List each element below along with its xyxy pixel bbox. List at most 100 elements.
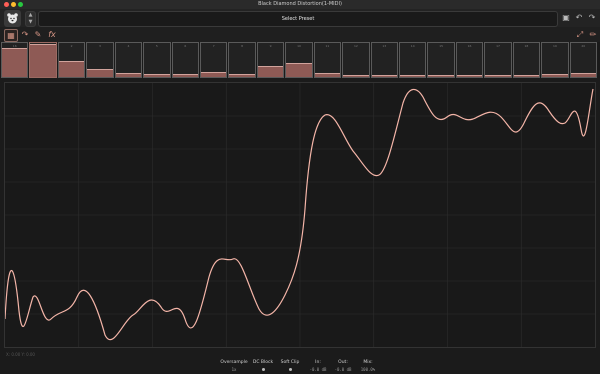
pen-icon[interactable]: ✎ bbox=[32, 29, 44, 40]
step-slot-cap bbox=[371, 75, 397, 76]
step-slot[interactable]: 18 bbox=[512, 42, 541, 78]
step-slot[interactable]: 7 bbox=[200, 42, 228, 78]
step-slot[interactable]: 16 bbox=[1, 42, 29, 78]
step-slot[interactable]: 10 bbox=[285, 42, 313, 78]
step-slot-cap bbox=[456, 75, 483, 76]
chevron-up-icon[interactable]: ▲ bbox=[26, 12, 35, 19]
step-slot-number: 20 bbox=[581, 44, 586, 48]
step-slot-cap bbox=[201, 72, 227, 73]
step-slot-cap bbox=[144, 74, 170, 75]
window-title: Black Diamond Distortion(1-MIDI) bbox=[258, 1, 342, 7]
step-slot-fill bbox=[456, 76, 483, 77]
step-slot-cap bbox=[286, 63, 312, 64]
step-strip: 161234567891011121314151617181920 bbox=[0, 42, 600, 78]
step-slot[interactable]: 5 bbox=[143, 42, 171, 78]
step-slot[interactable]: 1 bbox=[29, 42, 57, 78]
transfer-curve-plot[interactable] bbox=[5, 83, 595, 347]
logo-icon[interactable] bbox=[4, 10, 21, 27]
step-slot-number: 12 bbox=[353, 44, 358, 48]
step-slot-cap bbox=[257, 66, 284, 67]
steps-icon[interactable]: ▦ bbox=[4, 29, 18, 42]
step-slot-cap bbox=[229, 74, 255, 75]
step-slot-number: 19 bbox=[552, 44, 557, 48]
mode-bar: ▦ ↷ ✎ fx ⤢ ✏ bbox=[0, 27, 600, 42]
step-slot-cap bbox=[485, 75, 511, 76]
step-slot-number: 2 bbox=[70, 44, 73, 48]
fx-icon[interactable]: fx bbox=[46, 29, 58, 40]
step-slot[interactable]: 17 bbox=[484, 42, 512, 78]
step-slot-fill bbox=[201, 73, 227, 77]
step-slot[interactable]: 9 bbox=[256, 42, 285, 78]
step-slot[interactable]: 20 bbox=[569, 42, 597, 78]
footer-controls: Oversample 1x DC Block Soft Clip In: -0.… bbox=[0, 357, 600, 374]
step-slot-fill bbox=[513, 76, 540, 77]
step-slot-fill bbox=[30, 45, 56, 77]
step-slot[interactable]: 12 bbox=[342, 42, 370, 78]
step-slot[interactable]: 3 bbox=[86, 42, 114, 78]
preset-selector[interactable]: Select Preset bbox=[38, 11, 558, 27]
step-slot-number: 17 bbox=[496, 44, 500, 48]
toolbar: ▲ ▼ Select Preset ▣ ↶ ↷ bbox=[0, 9, 600, 28]
step-slot[interactable]: 2 bbox=[57, 42, 86, 78]
step-slot-number: 6 bbox=[184, 44, 187, 48]
step-slot-fill bbox=[58, 62, 85, 77]
step-slot-fill bbox=[371, 76, 397, 77]
step-slot-fill bbox=[570, 74, 596, 77]
step-slot-fill bbox=[485, 76, 511, 77]
preset-stepper[interactable]: ▲ ▼ bbox=[25, 11, 36, 27]
chevron-down-icon[interactable]: ▼ bbox=[26, 19, 35, 26]
step-slot-fill bbox=[229, 75, 255, 77]
step-slot-cap bbox=[2, 48, 28, 49]
step-slot-number: 9 bbox=[269, 44, 272, 48]
mix-label: Mix: bbox=[363, 360, 373, 365]
step-slot-fill bbox=[2, 49, 28, 77]
step-slot-number: 8 bbox=[241, 44, 244, 48]
transfer-curve[interactable] bbox=[5, 88, 594, 341]
mix-value[interactable]: 100.0% bbox=[350, 367, 386, 372]
step-slot-fill bbox=[343, 76, 369, 77]
dc-block-label: DC Block bbox=[252, 360, 274, 365]
mix-control[interactable]: Mix: 100.0% bbox=[350, 360, 386, 372]
curve-icon[interactable]: ↷ bbox=[19, 29, 31, 40]
step-slot-cap bbox=[343, 75, 369, 76]
step-slot[interactable]: 11 bbox=[313, 42, 342, 78]
dc-block-toggle[interactable] bbox=[261, 368, 265, 371]
step-slot-fill bbox=[542, 75, 568, 77]
expand-icon[interactable]: ⤢ bbox=[574, 29, 586, 40]
step-slot-cap bbox=[513, 75, 540, 76]
step-slot-fill bbox=[87, 70, 113, 77]
step-slot-number: 4 bbox=[127, 44, 130, 48]
redo-icon[interactable]: ↷ bbox=[587, 12, 597, 24]
step-slot-number: 5 bbox=[155, 44, 158, 48]
step-slot-fill bbox=[286, 64, 312, 77]
step-slot[interactable]: 14 bbox=[399, 42, 427, 78]
step-slot-number: 10 bbox=[297, 44, 301, 48]
step-slot-number: 18 bbox=[524, 44, 529, 48]
step-slot[interactable]: 13 bbox=[370, 42, 398, 78]
dc-block-control[interactable]: DC Block bbox=[248, 360, 278, 372]
step-slot-number: 15 bbox=[439, 44, 444, 48]
step-slot-cap bbox=[115, 73, 142, 74]
step-slot[interactable]: 16 bbox=[455, 42, 484, 78]
undo-icon[interactable]: ↶ bbox=[574, 12, 584, 24]
step-slot-number: 13 bbox=[382, 44, 387, 48]
step-slot-number: 16 bbox=[467, 44, 472, 48]
step-slot[interactable]: 8 bbox=[228, 42, 256, 78]
step-slot-number: 11 bbox=[325, 44, 330, 48]
soft-clip-toggle[interactable] bbox=[288, 368, 292, 371]
save-icon[interactable]: ▣ bbox=[561, 12, 571, 24]
pencil-icon[interactable]: ✏ bbox=[587, 29, 599, 40]
step-slot[interactable]: 15 bbox=[427, 42, 455, 78]
step-slot-cap bbox=[87, 69, 113, 70]
step-slot-fill bbox=[400, 76, 426, 77]
step-slot-cap bbox=[570, 73, 596, 74]
step-slot-number: 3 bbox=[99, 44, 101, 48]
step-slot[interactable]: 19 bbox=[541, 42, 569, 78]
step-slot[interactable]: 6 bbox=[171, 42, 199, 78]
step-slot-number: 7 bbox=[212, 44, 215, 48]
step-slot[interactable]: 4 bbox=[114, 42, 143, 78]
step-slot-fill bbox=[257, 67, 284, 77]
step-slot-cap bbox=[172, 74, 198, 75]
waveshaper-graph[interactable] bbox=[4, 82, 596, 348]
title-bar: Black Diamond Distortion(1-MIDI) bbox=[0, 0, 600, 9]
